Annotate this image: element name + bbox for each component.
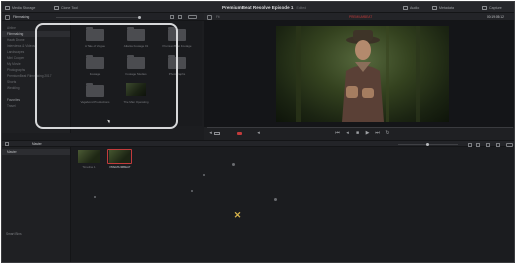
audio-button[interactable]: Audio — [403, 4, 419, 11]
transport-controls: ◂ ◂ ⏮ ◂ ■ ▶ ⏭ ↻ — [204, 126, 514, 140]
dot-marker — [232, 163, 235, 166]
audio-label: Audio — [410, 5, 420, 10]
library-header: Filmmaking — [13, 14, 30, 19]
viewer-zoom[interactable]: Fit — [216, 15, 220, 19]
project-status: Edited — [296, 6, 307, 10]
pool-grid-view-icon[interactable] — [468, 142, 472, 147]
viewer-timecode: 00:19:05:12 — [487, 14, 504, 19]
pool-search-icon[interactable] — [506, 142, 513, 147]
clip-view-icon[interactable] — [214, 132, 220, 135]
highlight-annotation — [35, 23, 178, 129]
jump-start-icon[interactable]: ⏮ — [335, 131, 340, 136]
pool-zoom-handle[interactable] — [426, 143, 429, 146]
clone-tool-label: Clone Tool — [61, 5, 78, 10]
bin-master[interactable]: Master — [2, 149, 70, 155]
capture-button[interactable]: Capture — [482, 4, 502, 11]
zoom-slider-handle[interactable] — [138, 15, 141, 19]
library-toolbar: Filmmaking — [2, 13, 204, 21]
mark-icon[interactable]: ◂ — [256, 131, 261, 136]
metadata-label: Metadata — [439, 5, 454, 10]
viewer-layout-icon[interactable] — [207, 14, 212, 20]
metadata-icon — [432, 5, 437, 10]
play-icon[interactable]: ▶ — [365, 131, 370, 136]
media-pool-title: Master — [32, 142, 42, 146]
timeline-thumbnail[interactable] — [78, 150, 100, 163]
pool-list-view-icon[interactable] — [476, 142, 480, 147]
pool-sort-icon[interactable] — [486, 142, 490, 147]
dot-marker — [191, 190, 193, 192]
loop-icon[interactable]: ◂ — [208, 131, 213, 136]
video-scene-illustration — [296, 26, 420, 122]
bin-list: Master Smart Bins — [2, 147, 71, 262]
grid-view-icon[interactable] — [170, 15, 174, 19]
clone-tool-button[interactable]: Clone Tool — [54, 4, 78, 11]
stop-icon[interactable]: ■ — [355, 131, 360, 136]
sidebar-toggle-icon[interactable] — [5, 14, 10, 20]
clip-label: PREMIUMBEAT — [109, 165, 131, 169]
dot-marker — [274, 198, 277, 201]
capture-label: Capture — [489, 5, 502, 10]
capture-icon — [482, 5, 487, 10]
project-title: PremiumBeat Resolve Episode 1 Edited — [222, 5, 342, 10]
audio-icon — [403, 5, 408, 10]
media-pool-toolbar: Master — [2, 140, 514, 147]
loop-playback-icon[interactable]: ↻ — [385, 131, 390, 136]
viewer-toolbar: Fit PREMIUMBEAT 00:19:05:12 — [204, 13, 514, 21]
scrubber-bar[interactable] — [207, 127, 513, 128]
metadata-button[interactable]: Metadata — [432, 4, 454, 11]
clone-tool-icon — [54, 5, 59, 10]
top-bar: Media Storage Clone Tool PremiumBeat Res… — [2, 2, 514, 13]
clip-thumbnail[interactable] — [109, 150, 130, 163]
reverse-icon[interactable]: ◂ — [345, 131, 350, 136]
dot-marker — [203, 174, 205, 176]
zoom-slider[interactable] — [56, 16, 140, 18]
media-storage-icon — [5, 5, 10, 10]
media-storage-button[interactable]: Media Storage — [5, 4, 35, 11]
pool-metadata-icon[interactable] — [496, 142, 500, 147]
jump-end-icon[interactable]: ⏭ — [375, 131, 380, 136]
smart-bins-header[interactable]: Smart Bins — [6, 232, 22, 236]
record-indicator — [237, 132, 242, 135]
app-window: Media Storage Clone Tool PremiumBeat Res… — [1, 1, 515, 263]
bin-toggle-icon[interactable] — [5, 142, 9, 146]
project-title-text: PremiumBeat Resolve Episode 1 — [222, 5, 294, 10]
media-pool-content: Timeline 1 PREMIUMBEAT — [71, 147, 514, 262]
dot-marker — [94, 196, 96, 198]
media-storage-label: Media Storage — [12, 5, 36, 10]
viewer-clip-name: PREMIUMBEAT — [349, 14, 373, 19]
x-marker-icon: ✕ — [233, 210, 242, 220]
search-icon[interactable] — [188, 15, 197, 19]
list-view-icon[interactable] — [178, 15, 182, 19]
video-frame — [276, 26, 449, 122]
